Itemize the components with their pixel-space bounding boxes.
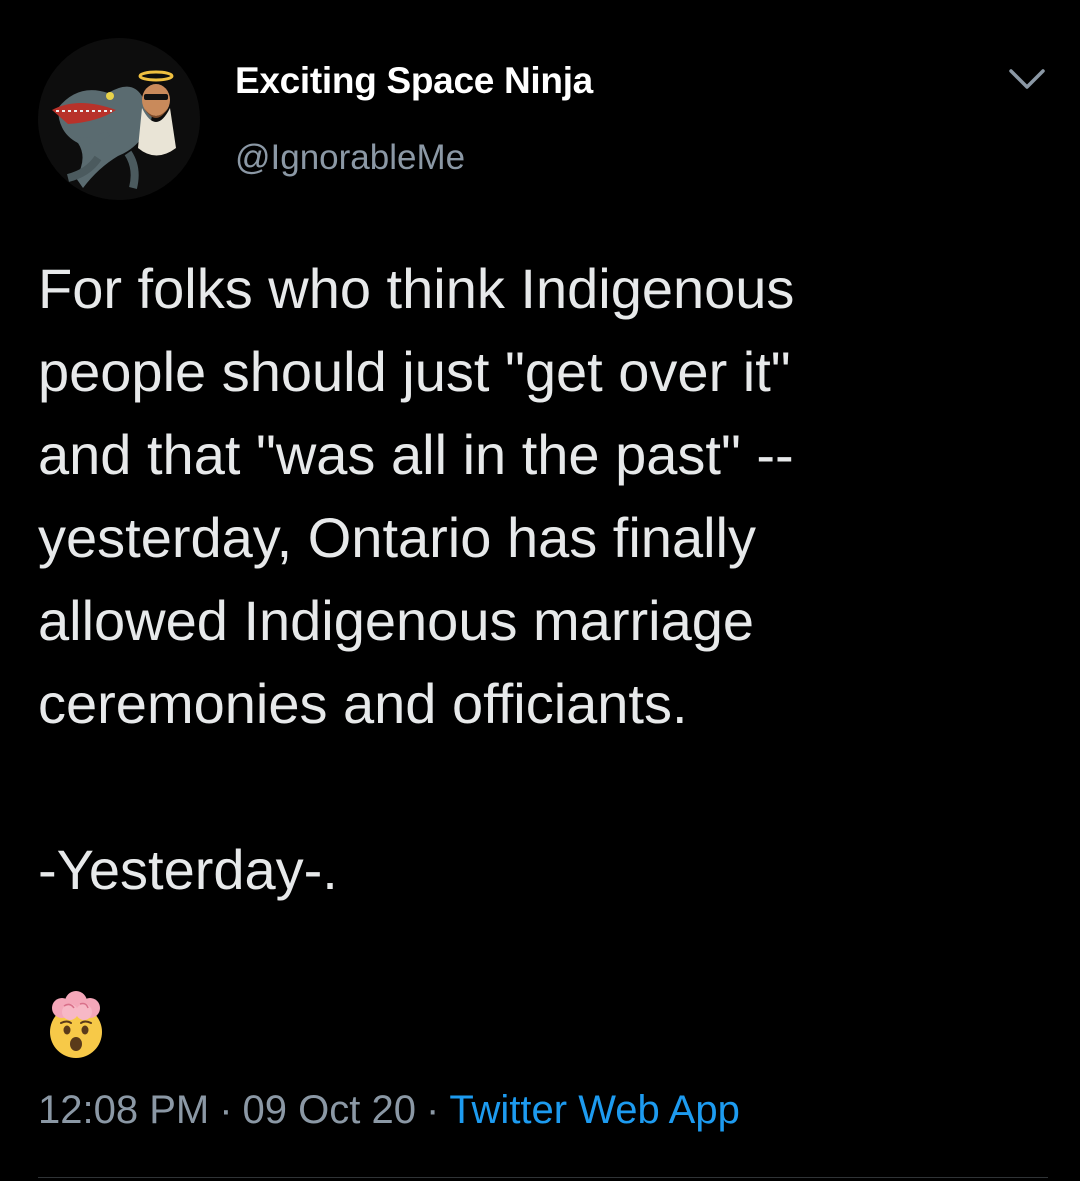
tweet-text: For folks who think Indigenous people sh… xyxy=(38,247,1048,911)
author-handle[interactable]: @IgnorableMe xyxy=(235,138,465,178)
separator-dot: · xyxy=(425,1088,440,1132)
tweet-text-line: yesterday, Ontario has finally xyxy=(38,506,756,569)
separator-dot: · xyxy=(219,1088,233,1132)
tweet-date[interactable]: 09 Oct 20 xyxy=(243,1088,416,1132)
tweet-time[interactable]: 12:08 PM xyxy=(38,1088,209,1132)
tweet-card: Exciting Space Ninja @IgnorableMe For fo… xyxy=(0,0,1080,1181)
tweet-text-line: ceremonies and officiants. xyxy=(38,672,688,735)
chevron-down-icon xyxy=(1009,69,1045,89)
tweet-text-line: -Yesterday-. xyxy=(38,838,338,901)
tweet-text-blank-line xyxy=(38,745,1048,828)
exploding-head-emoji xyxy=(40,990,112,1062)
avatar-image xyxy=(38,38,200,200)
tweet-text-line: allowed Indigenous marriage xyxy=(38,589,754,652)
avatar[interactable] xyxy=(38,38,200,200)
author-display-name[interactable]: Exciting Space Ninja xyxy=(235,60,593,102)
tweet-text-line: people should just "get over it" xyxy=(38,340,791,403)
tweet-metadata: 12:08 PM · 09 Oct 20 · Twitter Web App xyxy=(38,1088,740,1133)
tweet-text-line: and that "was all in the past" -- xyxy=(38,423,794,486)
more-options-button[interactable] xyxy=(1005,62,1049,96)
tweet-text-line: For folks who think Indigenous xyxy=(38,257,795,320)
tweet-source-link[interactable]: Twitter Web App xyxy=(449,1088,740,1132)
divider xyxy=(38,1177,1048,1178)
